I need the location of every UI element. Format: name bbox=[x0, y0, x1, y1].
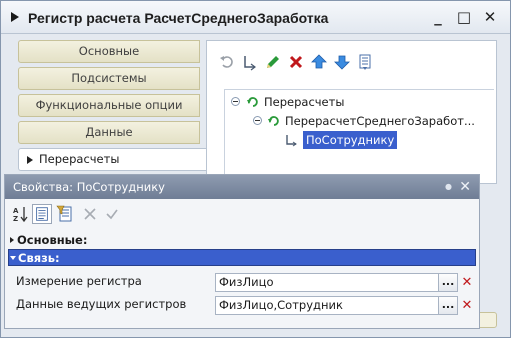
tab-functional-options[interactable]: Функциональные опции bbox=[18, 94, 200, 117]
title-bar: Регистр расчета РасчетСреднегоЗаработка … bbox=[1, 1, 510, 34]
categorized-view-icon[interactable] bbox=[32, 204, 52, 224]
register-icon bbox=[11, 12, 19, 22]
move-down-icon[interactable] bbox=[333, 53, 351, 71]
maximize-button[interactable]: □ bbox=[454, 7, 474, 27]
property-register-dimension: Измерение регистра ФизЛицо ... ✕ bbox=[8, 271, 476, 293]
properties-title: Свойства: ПоСотруднику bbox=[13, 180, 165, 194]
svg-text:Z: Z bbox=[13, 215, 18, 223]
clear-value-icon[interactable] bbox=[80, 204, 100, 224]
tab-subsystems[interactable]: Подсистемы bbox=[18, 67, 200, 90]
section-main-label: Основные: bbox=[17, 233, 88, 247]
properties-close-button[interactable]: ✕ bbox=[459, 175, 471, 199]
leading-registers-data-field[interactable]: ФизЛицо,Сотрудник bbox=[215, 296, 439, 315]
dimension-icon bbox=[286, 135, 297, 147]
tree-item-label: Перерасчеты bbox=[264, 95, 345, 109]
window-title: Регистр расчета РасчетСреднегоЗаработка bbox=[28, 10, 329, 26]
section-main[interactable]: Основные: bbox=[8, 232, 476, 249]
property-leading-registers-data: Данные ведущих регистров ФизЛицо,Сотрудн… bbox=[8, 294, 476, 316]
clear-button[interactable]: ✕ bbox=[459, 296, 475, 315]
edit-icon[interactable] bbox=[264, 53, 282, 71]
recalculations-tree: Перерасчеты ПерерасчетСреднегоЗаработ...… bbox=[224, 89, 494, 179]
recalculation-icon bbox=[247, 97, 258, 107]
tab-recalculations-label: Перерасчеты bbox=[39, 152, 120, 166]
sort-alphabetical-icon[interactable]: A Z bbox=[10, 204, 30, 224]
select-button[interactable]: ... bbox=[438, 296, 458, 315]
property-label: Измерение регистра bbox=[16, 274, 142, 288]
filter-icon[interactable] bbox=[55, 204, 75, 224]
recalculations-panel: Перерасчеты ПерерасчетСреднегоЗаработ...… bbox=[206, 40, 497, 184]
collapse-icon[interactable] bbox=[231, 97, 240, 106]
undo-icon[interactable] bbox=[218, 53, 236, 71]
minimize-button[interactable]: _ bbox=[428, 7, 448, 27]
svg-text:A: A bbox=[13, 207, 19, 215]
collapse-icon bbox=[10, 256, 16, 260]
register-window: Регистр расчета РасчетСреднегоЗаработка … bbox=[0, 0, 511, 338]
list-icon[interactable] bbox=[356, 53, 374, 71]
tab-data[interactable]: Данные bbox=[18, 121, 200, 144]
section-link-label: Связь: bbox=[18, 251, 60, 265]
tab-recalculations[interactable]: Перерасчеты bbox=[18, 148, 208, 171]
active-tab-marker-icon bbox=[27, 156, 33, 164]
tab-main[interactable]: Основные bbox=[18, 40, 200, 63]
collapse-icon[interactable] bbox=[253, 116, 262, 125]
pin-icon[interactable]: ● bbox=[445, 175, 452, 199]
properties-title-bar: Свойства: ПоСотруднику ● ✕ bbox=[5, 175, 479, 199]
delete-icon[interactable] bbox=[287, 53, 305, 71]
confirm-value-icon[interactable] bbox=[102, 204, 122, 224]
clear-button[interactable]: ✕ bbox=[459, 273, 475, 292]
properties-panel: Свойства: ПоСотруднику ● ✕ A Z Основные:… bbox=[4, 174, 480, 329]
property-label: Данные ведущих регистров bbox=[16, 297, 187, 311]
expand-icon bbox=[10, 237, 14, 243]
close-button[interactable]: ✕ bbox=[480, 7, 500, 27]
tree-item-label: ПоСотруднику bbox=[303, 131, 398, 149]
select-button[interactable]: ... bbox=[438, 273, 458, 292]
add-dimension-icon[interactable] bbox=[241, 53, 259, 71]
recalculation-icon bbox=[268, 116, 279, 126]
tree-item-label: ПерерасчетСреднегоЗаработ... bbox=[285, 114, 475, 128]
tab-list: Основные Подсистемы Функциональные опции… bbox=[18, 40, 208, 175]
section-link[interactable]: Связь: bbox=[8, 249, 476, 266]
register-dimension-field[interactable]: ФизЛицо bbox=[215, 273, 439, 292]
move-up-icon[interactable] bbox=[310, 53, 328, 71]
